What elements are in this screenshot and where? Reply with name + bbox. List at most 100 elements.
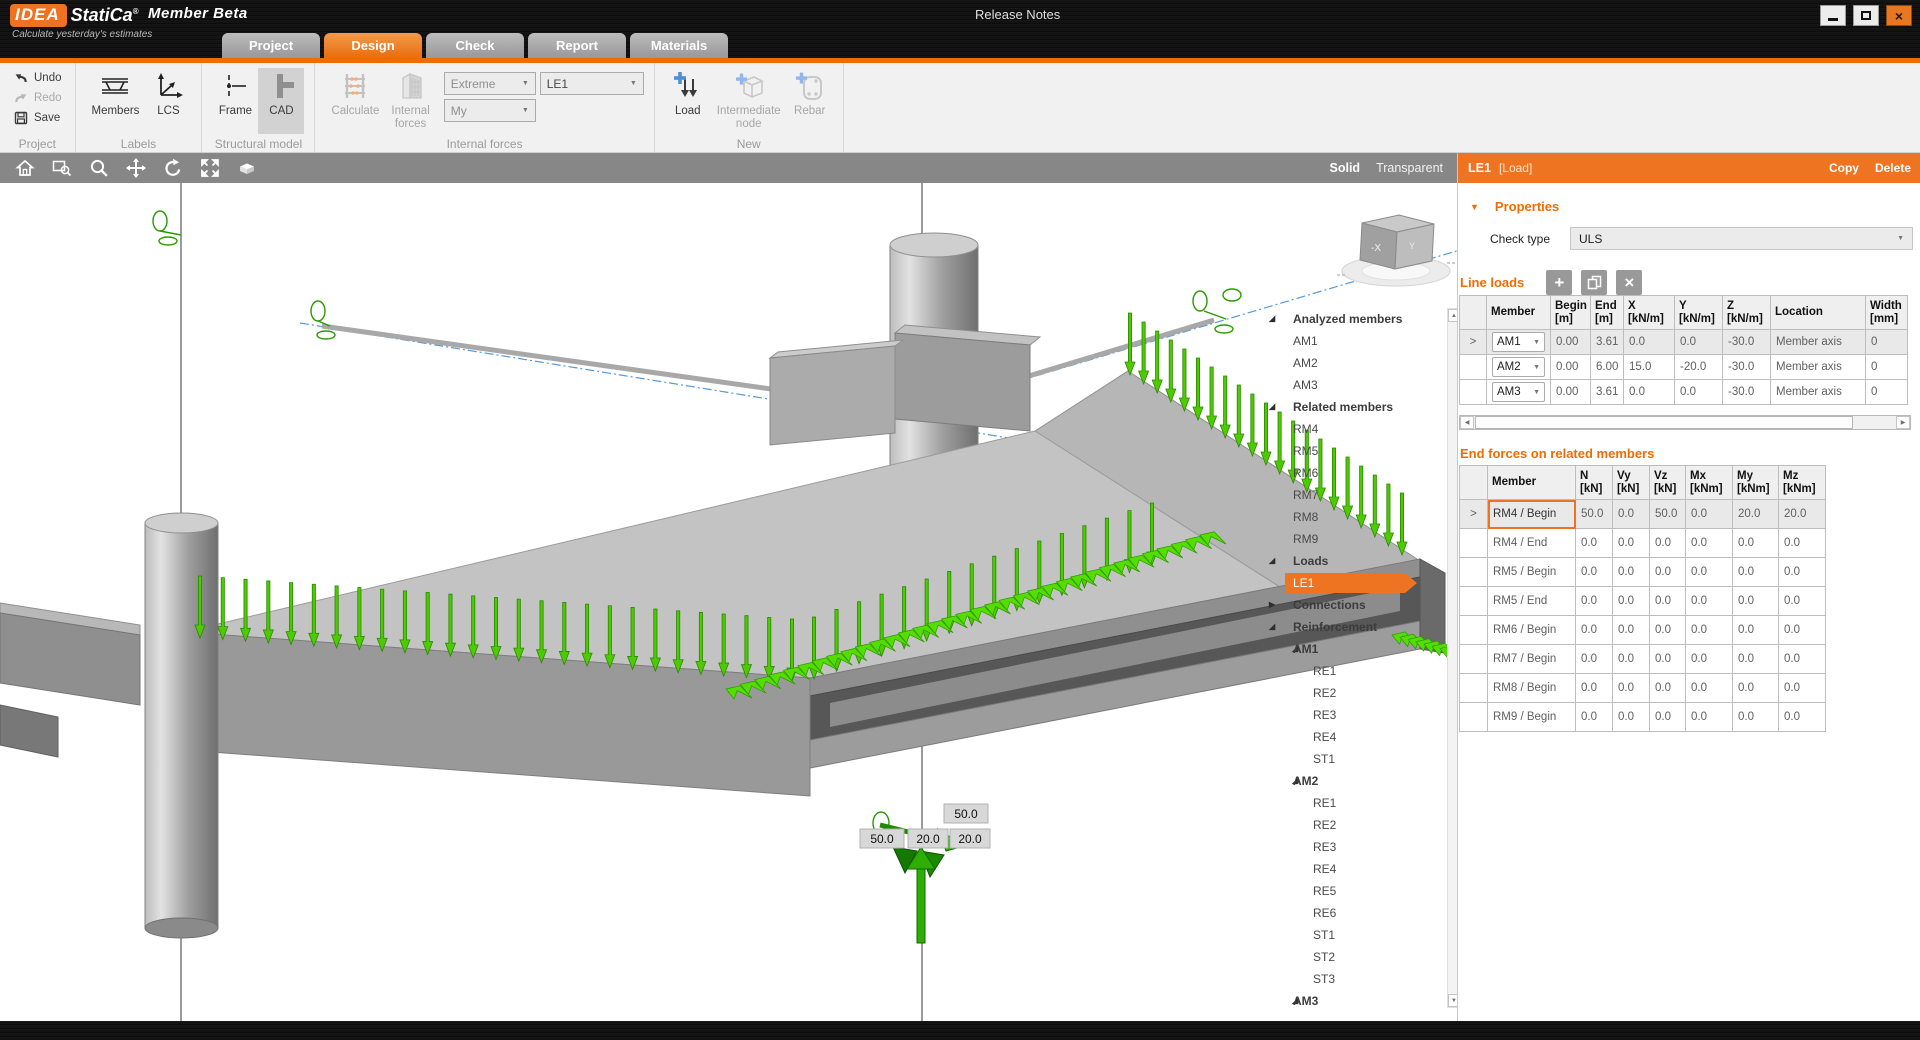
- value-cell[interactable]: -30.0: [1723, 330, 1771, 355]
- value-cell[interactable]: 0: [1866, 355, 1908, 380]
- value-cell[interactable]: 0.00: [1551, 355, 1591, 380]
- tree-item-am2[interactable]: AM2: [1267, 352, 1445, 374]
- tree-item-le1[interactable]: LE1: [1267, 572, 1445, 594]
- value-cell[interactable]: 0.0: [1733, 645, 1779, 674]
- value-cell[interactable]: 0.0: [1576, 587, 1613, 616]
- value-cell[interactable]: Member axis: [1771, 380, 1866, 405]
- value-cell[interactable]: 0.0: [1733, 674, 1779, 703]
- tree-scroll-down[interactable]: ▼: [1448, 994, 1457, 1007]
- tree-item-st3[interactable]: ST3: [1267, 968, 1445, 990]
- pan-button[interactable]: [124, 156, 148, 180]
- tree-expanded-icon[interactable]: ◢: [1269, 314, 1275, 323]
- home-button[interactable]: [13, 156, 37, 180]
- row-selector[interactable]: [1460, 645, 1488, 674]
- value-cell[interactable]: 50.0: [1576, 500, 1613, 529]
- transparent-view-toggle[interactable]: Transparent: [1376, 161, 1443, 175]
- zoom-button[interactable]: [87, 156, 111, 180]
- copy-button[interactable]: Copy: [1829, 161, 1859, 175]
- value-cell[interactable]: 0.0: [1686, 587, 1733, 616]
- value-cell[interactable]: 50.0: [1650, 500, 1686, 529]
- tree-item-am2[interactable]: ◢AM2: [1267, 770, 1445, 792]
- value-cell[interactable]: Member axis: [1771, 355, 1866, 380]
- maximize-button[interactable]: [1853, 5, 1879, 26]
- row-selector[interactable]: [1460, 380, 1487, 405]
- tree-item-re2[interactable]: RE2: [1267, 682, 1445, 704]
- tree-item-rm7[interactable]: RM7: [1267, 484, 1445, 506]
- rotate-button[interactable]: [161, 156, 185, 180]
- save-button[interactable]: Save: [10, 109, 63, 127]
- tree-item-am1[interactable]: AM1: [1267, 330, 1445, 352]
- tab-project[interactable]: Project: [222, 33, 320, 58]
- value-cell[interactable]: -30.0: [1723, 380, 1771, 405]
- value-cell[interactable]: 0.0: [1613, 645, 1650, 674]
- le1-dropdown[interactable]: LE1▼: [540, 72, 644, 95]
- tree-item-re4[interactable]: RE4: [1267, 726, 1445, 748]
- value-cell[interactable]: 20.0: [1733, 500, 1779, 529]
- value-cell[interactable]: 0.0: [1650, 558, 1686, 587]
- solid-brick-button[interactable]: [235, 156, 259, 180]
- view-cube[interactable]: -X Y: [1337, 215, 1455, 286]
- value-cell[interactable]: 0.0: [1686, 558, 1733, 587]
- cad-button[interactable]: CAD: [258, 68, 304, 134]
- tree-item-analyzed-members[interactable]: ◢Analyzed members: [1267, 308, 1445, 330]
- tree-item-st1[interactable]: ST1: [1267, 924, 1445, 946]
- undo-button[interactable]: Undo: [10, 69, 65, 87]
- column-left[interactable]: [145, 523, 218, 928]
- tree-item-re4[interactable]: RE4: [1267, 858, 1445, 880]
- value-cell[interactable]: 0.0: [1576, 703, 1613, 732]
- value-cell[interactable]: 0.0: [1613, 558, 1650, 587]
- tree-item-related-members[interactable]: ◢Related members: [1267, 396, 1445, 418]
- value-cell[interactable]: 0.0: [1686, 645, 1733, 674]
- frame-button[interactable]: Frame: [212, 68, 258, 134]
- value-cell[interactable]: 0.0: [1650, 703, 1686, 732]
- value-cell[interactable]: Member axis: [1771, 330, 1866, 355]
- add-line-load-button[interactable]: +: [1546, 270, 1572, 295]
- row-selector[interactable]: >: [1460, 500, 1488, 529]
- value-cell[interactable]: -30.0: [1723, 355, 1771, 380]
- value-cell[interactable]: 0.0: [1576, 558, 1613, 587]
- tree-item-st1[interactable]: ST1: [1267, 748, 1445, 770]
- value-cell[interactable]: 6.00: [1591, 355, 1624, 380]
- tree-item-rm8[interactable]: RM8: [1267, 506, 1445, 528]
- value-cell[interactable]: 0.0: [1576, 645, 1613, 674]
- delete-line-load-button[interactable]: ×: [1616, 270, 1642, 295]
- zoom-window-button[interactable]: [50, 156, 74, 180]
- value-cell[interactable]: 0.00: [1551, 380, 1591, 405]
- properties-collapse-icon[interactable]: ▼: [1470, 202, 1479, 212]
- value-cell[interactable]: 0.0: [1686, 616, 1733, 645]
- tree-item-re3[interactable]: RE3: [1267, 704, 1445, 726]
- value-cell[interactable]: 0.0: [1650, 674, 1686, 703]
- lcs-button[interactable]: LCS: [145, 68, 191, 134]
- value-cell[interactable]: 0.0: [1779, 645, 1826, 674]
- value-cell[interactable]: 0.0: [1733, 616, 1779, 645]
- tree-item-rm5[interactable]: RM5: [1267, 440, 1445, 462]
- members-button[interactable]: Members: [86, 68, 146, 134]
- tree-item-am1[interactable]: ◢AM1: [1267, 638, 1445, 660]
- value-cell[interactable]: 0: [1866, 330, 1908, 355]
- value-cell[interactable]: 20.0: [1779, 500, 1826, 529]
- value-cell[interactable]: 0.0: [1733, 703, 1779, 732]
- release-notes-link[interactable]: Release Notes: [975, 7, 1060, 22]
- value-cell[interactable]: 0.0: [1650, 587, 1686, 616]
- value-cell[interactable]: 0.0: [1733, 529, 1779, 558]
- tree-item-rm9[interactable]: RM9: [1267, 528, 1445, 550]
- value-cell[interactable]: 0.0: [1613, 616, 1650, 645]
- tab-check[interactable]: Check: [426, 33, 524, 58]
- tree-item-rm6[interactable]: RM6: [1267, 462, 1445, 484]
- member-dropdown[interactable]: AM3▼: [1492, 382, 1545, 402]
- tree-item-am3[interactable]: AM3: [1267, 374, 1445, 396]
- solid-view-toggle[interactable]: Solid: [1330, 161, 1361, 175]
- value-cell[interactable]: 0.0: [1675, 380, 1723, 405]
- value-cell[interactable]: 3.61: [1591, 380, 1624, 405]
- value-cell[interactable]: 0.0: [1650, 645, 1686, 674]
- tab-design[interactable]: Design: [324, 33, 422, 58]
- value-cell[interactable]: 0.0: [1624, 380, 1675, 405]
- value-cell[interactable]: 0.0: [1686, 674, 1733, 703]
- value-cell[interactable]: 0.0: [1779, 587, 1826, 616]
- row-selector[interactable]: [1460, 616, 1488, 645]
- tree-item-reinforcement[interactable]: ◢Reinforcement: [1267, 616, 1445, 638]
- tab-report[interactable]: Report: [528, 33, 626, 58]
- row-selector[interactable]: [1460, 674, 1488, 703]
- fit-button[interactable]: [198, 156, 222, 180]
- value-cell[interactable]: -20.0: [1675, 355, 1723, 380]
